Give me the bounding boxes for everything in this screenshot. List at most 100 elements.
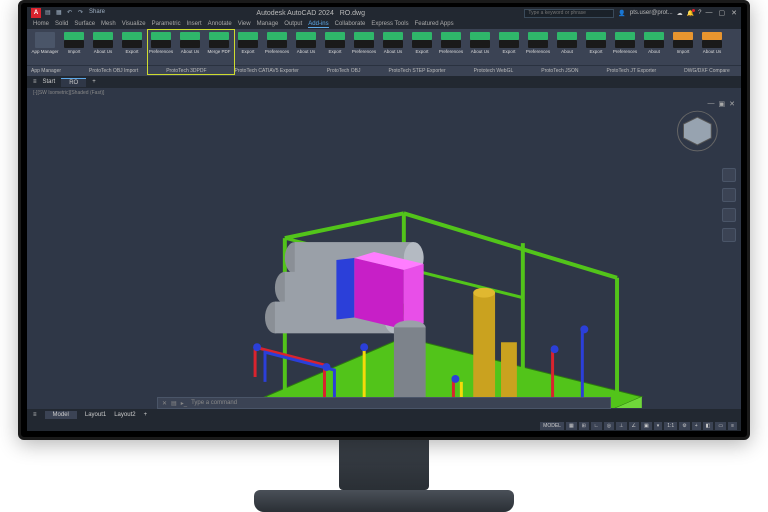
layout-menu-icon[interactable]: ≡ xyxy=(33,412,37,418)
minimize-button[interactable]: — xyxy=(706,9,713,17)
menu-icon[interactable]: ≡ xyxy=(33,79,37,85)
status-monitor-icon[interactable]: ▭ xyxy=(715,422,726,430)
app-logo[interactable]: A xyxy=(31,8,41,18)
file-tabs: ≡ Start RO + xyxy=(27,76,741,88)
menu-solid[interactable]: Solid xyxy=(55,21,68,27)
close-button[interactable]: ✕ xyxy=(731,9,737,17)
add-layout-icon[interactable]: + xyxy=(144,412,148,418)
status-bar: MODEL ▦ ⊞ ∟ ◎ ⊥ ∠ ▣ ▾ 1:1 ⚙ + ◧ ▭ ≡ xyxy=(27,421,741,431)
nav-pan-icon[interactable] xyxy=(722,208,736,222)
help-icon[interactable]: ? xyxy=(698,10,701,16)
status-model[interactable]: MODEL xyxy=(540,422,564,430)
redo-icon[interactable]: ↷ xyxy=(78,9,86,17)
tab-start[interactable]: Start xyxy=(43,79,56,85)
view-label[interactable]: [-][SW Isometric][Shaded (Fast)] xyxy=(27,88,741,98)
cmd-handle-icon[interactable]: ▤ xyxy=(171,400,177,407)
viewport[interactable]: — ▣ ✕ xyxy=(27,98,741,408)
cmd-placeholder: Type a command xyxy=(191,400,237,406)
group-dwg/dxf-compare: DWG/DXF Compare xyxy=(684,68,730,74)
menu-add-ins[interactable]: Add-ins xyxy=(308,21,328,28)
ribbon-export[interactable]: Export xyxy=(234,31,262,63)
ribbon-about-us[interactable]: About Us xyxy=(466,31,494,63)
status-cube-icon[interactable]: ◧ xyxy=(703,422,714,430)
menu-manage[interactable]: Manage xyxy=(257,21,279,27)
status-grid-icon[interactable]: ▦ xyxy=(566,422,577,430)
menu-annotate[interactable]: Annotate xyxy=(208,21,232,27)
status-ortho-icon[interactable]: ∟ xyxy=(591,422,602,430)
tab-layout1[interactable]: Layout1 xyxy=(85,412,106,418)
open-icon[interactable]: ▤ xyxy=(45,9,53,17)
search-input[interactable] xyxy=(524,9,614,18)
share-button[interactable]: Share xyxy=(89,9,97,17)
save-icon[interactable]: ▦ xyxy=(56,9,64,17)
ribbon-export[interactable]: Export xyxy=(118,31,146,63)
nav-orbit-icon[interactable] xyxy=(722,188,736,202)
status-menu-icon[interactable]: ≡ xyxy=(728,422,737,430)
status-3d-icon[interactable]: ▣ xyxy=(641,422,652,430)
new-tab-icon[interactable]: + xyxy=(92,79,96,85)
ribbon-about-us[interactable]: About Us xyxy=(698,31,726,63)
status-snap-icon[interactable]: ⊞ xyxy=(579,422,589,430)
titlebar: A ▤ ▦ ↶ ↷ Share Autodesk AutoCAD 2024 RO… xyxy=(27,7,741,19)
ribbon-import[interactable]: Import xyxy=(60,31,88,63)
menu-featured-apps[interactable]: Featured Apps xyxy=(415,21,454,27)
ribbon-export[interactable]: Export xyxy=(408,31,436,63)
bell-icon[interactable]: 🔔 xyxy=(687,10,694,17)
menu-insert[interactable]: Insert xyxy=(187,21,202,27)
status-plus-icon[interactable]: + xyxy=(692,422,701,430)
menu-visualize[interactable]: Visualize xyxy=(122,21,146,27)
status-scale[interactable]: 1:1 xyxy=(664,422,677,430)
menu-output[interactable]: Output xyxy=(284,21,302,27)
status-angle-icon[interactable]: ∠ xyxy=(629,422,639,430)
ribbon-export[interactable]: Export xyxy=(582,31,610,63)
group-prototech-jt-exporter: ProtoTech JT Exporter xyxy=(607,68,657,74)
viewport-restore-icon[interactable]: ▣ xyxy=(719,100,726,108)
ribbon-import[interactable]: Import xyxy=(669,31,697,63)
status-down-icon[interactable]: ▾ xyxy=(654,422,663,430)
command-line[interactable]: ✕ ▤ ▸_ Type a command xyxy=(157,397,611,409)
ribbon-about-us[interactable]: About Us xyxy=(379,31,407,63)
ribbon-merge-pdf[interactable]: Merge PDF xyxy=(205,31,233,63)
ribbon-export[interactable]: Export xyxy=(321,31,349,63)
status-perpendicular-icon[interactable]: ⊥ xyxy=(616,422,626,430)
model-canvas[interactable] xyxy=(27,98,741,408)
tab-current[interactable]: RO xyxy=(61,78,86,87)
cmd-close-icon[interactable]: ✕ xyxy=(162,400,167,407)
ribbon-preferences[interactable]: Preferences xyxy=(524,31,552,63)
menu-express-tools[interactable]: Express Tools xyxy=(371,21,408,27)
menubar: Home Solid Surface Mesh Visualize Parametric I… xyxy=(27,19,741,29)
maximize-button[interactable]: ▢ xyxy=(719,9,726,17)
group-prototech-obj: ProtoTech OBJ xyxy=(327,68,361,74)
status-polar-icon[interactable]: ◎ xyxy=(604,422,614,430)
ribbon-app-manager[interactable]: App Manager xyxy=(31,31,59,63)
cloud-icon[interactable]: ☁ xyxy=(677,10,683,17)
menu-parametric[interactable]: Parametric xyxy=(152,21,181,27)
ribbon-preferences[interactable]: Preferences xyxy=(147,31,175,63)
nav-home-icon[interactable] xyxy=(722,168,736,182)
user-label[interactable]: pts.user@prot... xyxy=(630,10,673,16)
user-icon[interactable]: 👤 xyxy=(618,10,625,17)
ribbon-preferences[interactable]: Preferences xyxy=(611,31,639,63)
ribbon-about[interactable]: About xyxy=(553,31,581,63)
ribbon-about-us[interactable]: About Us xyxy=(176,31,204,63)
menu-mesh[interactable]: Mesh xyxy=(101,21,116,27)
status-gear-icon[interactable]: ⚙ xyxy=(679,422,689,430)
undo-icon[interactable]: ↶ xyxy=(67,9,75,17)
ribbon-about-us[interactable]: About Us xyxy=(292,31,320,63)
menu-home[interactable]: Home xyxy=(33,21,49,27)
ribbon-about-us[interactable]: About Us xyxy=(89,31,117,63)
tab-model[interactable]: Model xyxy=(45,411,77,419)
ribbon-preferences[interactable]: Preferences xyxy=(350,31,378,63)
ribbon-groups: App ManagerProtoTech OBJ ImportProtoTech… xyxy=(27,65,741,76)
viewport-minimize-icon[interactable]: — xyxy=(708,100,715,108)
menu-view[interactable]: View xyxy=(238,21,251,27)
viewport-close-icon[interactable]: ✕ xyxy=(729,100,735,108)
nav-tool-icon[interactable] xyxy=(722,228,736,242)
tab-layout2[interactable]: Layout2 xyxy=(114,412,135,418)
ribbon-about[interactable]: About xyxy=(640,31,668,63)
menu-surface[interactable]: Surface xyxy=(74,21,95,27)
ribbon-preferences[interactable]: Preferences xyxy=(263,31,291,63)
ribbon-export[interactable]: Export xyxy=(495,31,523,63)
menu-collaborate[interactable]: Collaborate xyxy=(335,21,366,27)
ribbon-preferences[interactable]: Preferences xyxy=(437,31,465,63)
